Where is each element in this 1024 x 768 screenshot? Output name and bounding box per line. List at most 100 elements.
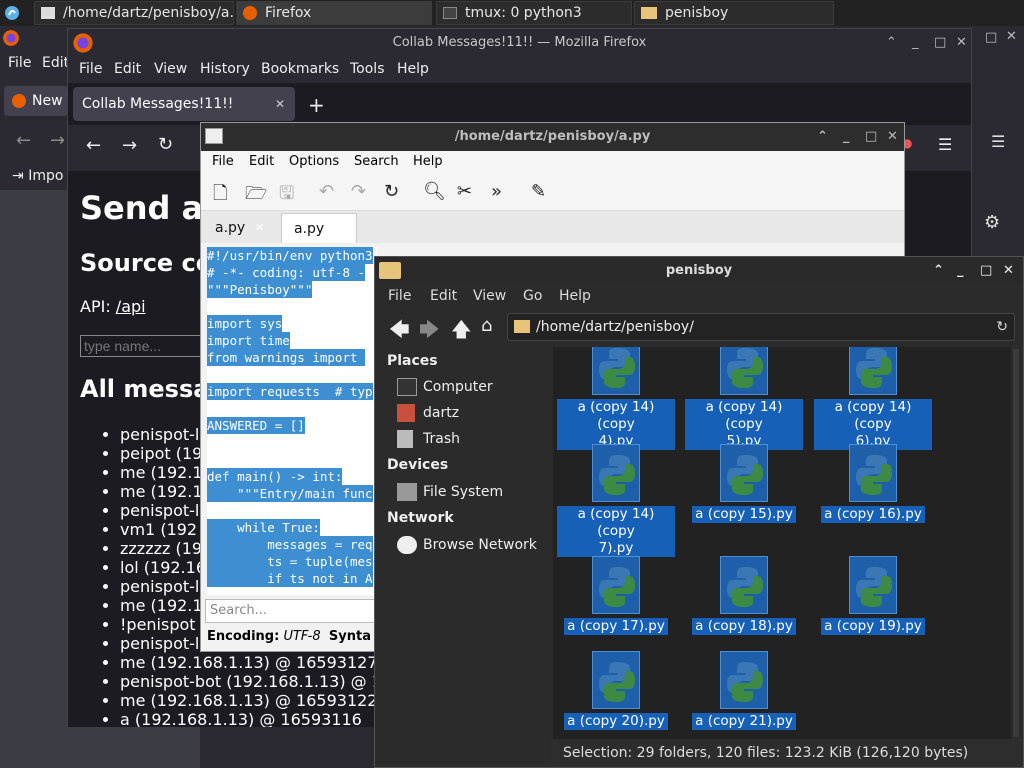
name-input[interactable] (80, 335, 204, 357)
shade-icon[interactable]: ⌃ (817, 123, 828, 151)
edit-icon[interactable]: ✎ (531, 181, 553, 203)
reload-icon[interactable]: ↻ (384, 181, 406, 203)
search-icon[interactable]: 🔍︎ (423, 181, 446, 203)
menu-file[interactable]: File (79, 61, 102, 77)
menu-icon[interactable]: ☰ (938, 135, 952, 154)
minimize-icon[interactable]: _ (912, 29, 919, 57)
minimize-icon[interactable]: _ (957, 257, 964, 285)
file-label: a (copy 17).py (564, 618, 668, 635)
menu-edit[interactable]: Edit (430, 288, 457, 304)
forward-icon[interactable]: → (122, 135, 137, 156)
file-item[interactable]: a (copy 20).py (557, 651, 675, 730)
bg-tab[interactable]: New T (4, 86, 68, 116)
home-icon[interactable]: ⌂ (481, 315, 492, 336)
minimize-icon[interactable]: _ (843, 123, 850, 151)
sidebar-item-home[interactable]: dartz (397, 402, 459, 424)
bg-close-icon[interactable]: ✕ (1006, 29, 1017, 44)
save-icon[interactable]: 🖫 (279, 181, 301, 204)
close-icon[interactable]: ✕ (887, 123, 898, 151)
window-title: /home/dartz/penisboy/a.py (454, 129, 651, 144)
bg-minimize-icon[interactable]: □ (985, 30, 997, 45)
forward-icon[interactable]: → (50, 130, 65, 151)
sidebar-item-browse-network[interactable]: Browse Network (397, 534, 537, 556)
file-item[interactable]: a (copy 18).py (685, 556, 803, 635)
forward-icon[interactable]: 🡆 (419, 315, 440, 349)
bg-settings-icon[interactable]: ⚙ (984, 212, 1000, 233)
new-tab-icon[interactable]: + (308, 93, 325, 117)
file-item[interactable]: a (copy 17).py (557, 556, 675, 635)
goto-icon[interactable]: » (491, 181, 513, 203)
python-file-icon (592, 444, 640, 502)
path-bar[interactable]: /home/dartz/penisboy/ ↻ (507, 313, 1015, 341)
menu-file[interactable]: File (212, 154, 234, 169)
code-area[interactable]: #!/usr/bin/env python3 # -*- coding: utf-… (207, 247, 377, 595)
bg-menu-edit[interactable]: Edit (42, 55, 69, 71)
menu-help[interactable]: Help (397, 61, 429, 77)
python-file-icon (720, 444, 768, 502)
api-link[interactable]: /api (116, 297, 146, 316)
shade-icon[interactable]: ⌃ (933, 257, 944, 285)
bg-menu-icon[interactable]: ☰ (991, 132, 1005, 151)
bg-menu-file[interactable]: File (8, 55, 31, 71)
api-line: API: /api (80, 297, 146, 316)
replace-icon[interactable]: ✂ (457, 181, 479, 203)
tab-close-icon[interactable]: ✕ (275, 87, 285, 121)
menu-tools[interactable]: Tools (350, 61, 385, 77)
close-icon[interactable]: ✕ (1003, 257, 1014, 285)
app-menu-icon[interactable] (4, 5, 20, 21)
menu-view[interactable]: View (154, 61, 187, 77)
menu-edit[interactable]: Edit (249, 154, 274, 169)
scrollbar[interactable] (1013, 349, 1019, 737)
bg-import-item[interactable]: ⇥ Impo (12, 168, 63, 184)
taskbar-task-filemanager[interactable]: penisboy (634, 1, 834, 25)
back-icon[interactable]: 🡄 (389, 315, 410, 349)
file-item[interactable]: a (copy 19).py (814, 556, 932, 635)
menu-help[interactable]: Help (559, 288, 591, 304)
file-item[interactable]: a (copy 14) (copy 5).py (685, 347, 803, 450)
maximize-icon[interactable]: □ (934, 29, 946, 57)
menu-go[interactable]: Go (523, 288, 542, 304)
reload-icon[interactable]: ↻ (158, 134, 173, 155)
refresh-icon[interactable]: ↻ (996, 314, 1008, 340)
tab-close-icon[interactable]: ✕ (255, 213, 264, 243)
sidebar-item-filesystem[interactable]: File System (397, 481, 503, 503)
menu-view[interactable]: View (473, 288, 506, 304)
new-file-icon[interactable]: 🗋 (213, 181, 235, 204)
menu-file[interactable]: File (388, 288, 411, 304)
file-item[interactable]: a (copy 21).py (685, 651, 803, 730)
taskbar-task-editor[interactable]: /home/dartz/penisboy/a.... (34, 1, 234, 25)
menu-search[interactable]: Search (354, 154, 399, 169)
file-item[interactable]: a (copy 15).py (685, 444, 803, 523)
menu-help[interactable]: Help (413, 154, 443, 169)
file-item[interactable]: a (copy 14) (copy 7).py (557, 444, 675, 557)
menu-bookmarks[interactable]: Bookmarks (261, 61, 339, 77)
file-item[interactable]: a (copy 16).py (814, 444, 932, 523)
maximize-icon[interactable]: □ (865, 123, 877, 151)
python-logo-icon (599, 348, 635, 388)
menu-edit[interactable]: Edit (114, 61, 141, 77)
firefox-tabbar: Collab Messages!11!! ✕ + (68, 83, 971, 125)
taskbar-task-tmux[interactable]: tmux: 0 python3 (436, 1, 632, 25)
editor-tab-active[interactable]: a.py (281, 213, 357, 243)
tab-collab-messages[interactable]: Collab Messages!11!! ✕ (73, 87, 295, 121)
undo-icon[interactable]: ↶ (319, 181, 341, 203)
file-item[interactable]: a (copy 14) (copy 4).py (557, 347, 675, 450)
sidebar-item-computer[interactable]: Computer (397, 376, 493, 398)
search-input[interactable]: Search... (205, 599, 377, 623)
open-folder-icon[interactable]: 🗁 (245, 181, 267, 204)
redo-icon[interactable]: ↷ (351, 181, 373, 203)
back-icon[interactable]: ← (86, 135, 101, 156)
file-item[interactable]: a (copy 14) (copy 6).py (814, 347, 932, 450)
close-icon[interactable]: ✕ (956, 29, 967, 57)
editor-tab[interactable]: a.py ✕ (203, 213, 279, 243)
menu-options[interactable]: Options (289, 154, 339, 169)
menu-history[interactable]: History (200, 61, 250, 77)
back-icon[interactable]: ← (16, 130, 31, 151)
sidebar-item-trash[interactable]: Trash (397, 428, 460, 450)
taskbar-task-firefox[interactable]: Firefox (236, 1, 432, 25)
shade-icon[interactable]: ⌃ (886, 29, 897, 57)
maximize-icon[interactable]: □ (980, 257, 992, 285)
file-label: a (copy 15).py (692, 506, 796, 523)
up-icon[interactable]: 🡅 (451, 315, 472, 349)
